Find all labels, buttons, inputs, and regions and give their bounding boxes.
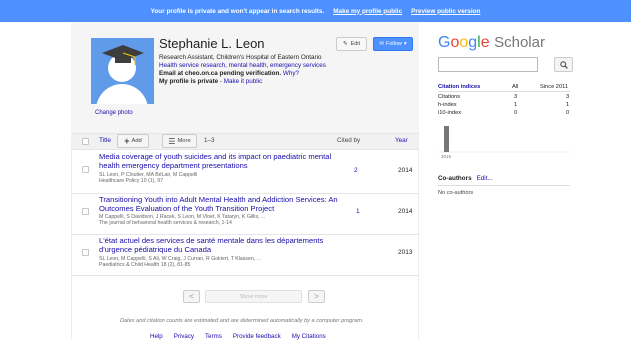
sort-by-title[interactable]: Title xyxy=(99,137,111,144)
change-photo-link[interactable]: Change photo xyxy=(95,110,133,116)
row-checkbox[interactable] xyxy=(82,208,89,215)
chevron-down-icon: ▾ xyxy=(403,41,407,47)
email-why-link[interactable]: Why? xyxy=(283,70,299,77)
results-range: 1–3 xyxy=(204,137,215,144)
citations-since: 3 xyxy=(566,94,570,100)
scholar-wordmark: Scholar xyxy=(494,34,545,51)
logo-letter: e xyxy=(480,34,490,51)
interests-link[interactable]: Health service research, mental health, … xyxy=(159,62,326,69)
paper-year: 2014 xyxy=(398,167,413,174)
make-profile-public-link[interactable]: Make my profile public xyxy=(333,8,402,15)
chart-bar xyxy=(444,126,449,152)
col-since-header: Since 2011 xyxy=(540,84,569,90)
next-page-button[interactable]: > xyxy=(308,290,325,303)
row-checkbox[interactable] xyxy=(82,166,89,173)
paper-cited-count[interactable]: 1 xyxy=(356,208,360,215)
add-button[interactable]: + Add xyxy=(117,134,149,148)
profile-interests: Health service research, mental health, … xyxy=(159,62,326,69)
google-scholar-logo[interactable]: Google Scholar xyxy=(438,34,545,52)
paper-year: 2014 xyxy=(398,208,413,215)
i10-index-label: i10-index xyxy=(438,110,462,116)
make-it-public-link[interactable]: - Make it public xyxy=(220,78,262,85)
coauthors-section: Co-authors Edit... xyxy=(438,175,493,182)
no-coauthors-text: No co-authors xyxy=(438,190,474,196)
i10-index-all: 0 xyxy=(514,110,518,116)
previous-page-button[interactable]: < xyxy=(183,290,200,303)
more-label: More xyxy=(177,138,191,144)
paper-cited-count[interactable]: 2 xyxy=(354,167,358,174)
menu-icon: ☰ xyxy=(168,136,176,146)
logo-letter: o xyxy=(459,34,469,51)
coauthors-edit-link[interactable]: Edit... xyxy=(477,175,493,182)
edit-profile-button[interactable]: ✎ Edit xyxy=(336,37,367,51)
i10-index-since: 0 xyxy=(566,110,570,116)
profile-name: Stephanie L. Leon xyxy=(159,36,265,51)
follow-button[interactable]: ✉ Follow ▾ xyxy=(373,37,413,51)
select-all-checkbox[interactable] xyxy=(82,138,89,145)
envelope-icon: ✉ xyxy=(379,41,384,47)
citation-indices-title[interactable]: Citation indices xyxy=(438,84,480,90)
google-wordmark: Google xyxy=(438,34,490,51)
email-status: Email at cheo.on.ca pending verification… xyxy=(159,70,299,77)
citations-all: 3 xyxy=(514,94,518,100)
citations-label: Citations xyxy=(438,94,461,100)
search-icon xyxy=(559,60,568,69)
more-button[interactable]: ☰ More xyxy=(162,134,197,148)
add-label: Add xyxy=(131,138,142,144)
footer-disclaimer: Dates and citation counts are estimated … xyxy=(120,318,364,324)
chart-tick-label: 2015 xyxy=(441,154,452,159)
paper-title[interactable]: Media coverage of youth suicides and its… xyxy=(99,152,339,170)
preview-public-version-link[interactable]: Preview public version xyxy=(411,8,480,15)
paper-venue: Paediatrics & Child Health 18 (2), 81-85 xyxy=(99,262,191,268)
pencil-icon: ✎ xyxy=(342,41,348,47)
profile-affiliation: Research Assistant, Children's Hospital … xyxy=(159,54,322,61)
search-button[interactable] xyxy=(554,57,573,72)
paper-title[interactable]: L'état actuel des services de santé ment… xyxy=(99,236,354,254)
follow-label: Follow xyxy=(385,41,402,47)
edit-label: Edit xyxy=(350,41,361,47)
avatar-body xyxy=(96,84,148,104)
paper-year: 2013 xyxy=(398,249,413,256)
paper-venue: The journal of behavioral health service… xyxy=(99,220,232,226)
h-index-label: h-index xyxy=(438,102,457,108)
paper-venue: Healthcare Policy 10 (1), 97 xyxy=(99,178,164,184)
logo-letter: G xyxy=(438,34,451,51)
graduation-cap-icon xyxy=(102,45,144,65)
h-index-since: 1 xyxy=(566,102,570,108)
banner-message: Your profile is private and won't appear… xyxy=(150,7,325,15)
coauthors-title: Co-authors xyxy=(438,175,472,182)
coauthors-divider xyxy=(438,185,570,186)
h-index-all: 1 xyxy=(514,102,518,108)
profile-photo[interactable] xyxy=(91,38,154,104)
plus-icon: + xyxy=(124,136,130,146)
private-label: My profile is private xyxy=(159,78,219,85)
privacy-status: My profile is private - Make it public xyxy=(159,78,262,85)
sort-by-year[interactable]: Year xyxy=(395,137,408,144)
sort-by-cited[interactable]: Cited by xyxy=(337,137,360,144)
logo-letter: g xyxy=(468,34,478,51)
show-more-button[interactable]: Show more xyxy=(205,290,302,303)
privacy-banner: Your profile is private and won't appear… xyxy=(0,0,631,22)
paper-title[interactable]: Transitioning Youth into Adult Mental He… xyxy=(99,195,349,213)
citations-bar-chart: 2015 xyxy=(438,126,570,159)
row-checkbox[interactable] xyxy=(82,249,89,256)
search-input[interactable] xyxy=(438,57,538,72)
email-status-text: Email at cheo.on.ca pending verification… xyxy=(159,70,282,77)
col-all-header: All xyxy=(512,84,519,90)
